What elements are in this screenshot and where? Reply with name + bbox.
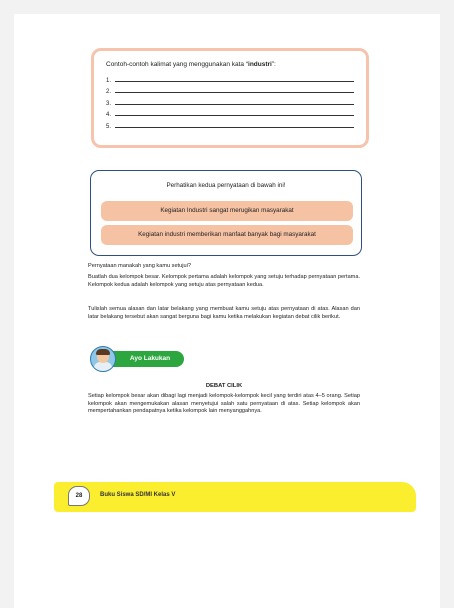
book-title: Buku Siswa SD/MI Kelas V: [100, 492, 176, 498]
example-sentences-title: Contoh-contoh kalimat yang menggunakan k…: [106, 61, 276, 68]
paragraph-2: Tulislah semua alasan dan latar belakang…: [88, 306, 360, 320]
child-avatar-icon: [90, 346, 116, 372]
keyword-industri: industri: [248, 61, 272, 68]
statements-box: Perhatikan kedua pernyataan di bawah ini…: [90, 170, 362, 256]
page-number: 28: [68, 486, 90, 506]
answer-line-2[interactable]: 2.: [106, 84, 354, 95]
page-footer: 28 Buku Siswa SD/MI Kelas V: [54, 482, 416, 512]
answer-line-4[interactable]: 4.: [106, 107, 354, 118]
statement-2: Kegiatan industri memberikan manfaat ban…: [101, 225, 353, 245]
debat-cilik-title: DEBAT CILIK: [205, 383, 243, 389]
debat-cilik-text: Setiap kelompok besar akan dibagi lagi m…: [88, 393, 360, 415]
statement-1: Kegiatan Industri sangat merugikan masya…: [101, 201, 353, 221]
question-text: Pernyataan manakah yang kamu setujui?: [88, 263, 191, 269]
answer-line-5[interactable]: 5.: [106, 118, 354, 130]
answer-line-1[interactable]: 1.: [106, 72, 354, 84]
answer-line-3[interactable]: 3.: [106, 95, 354, 107]
example-sentences-box: Contoh-contoh kalimat yang menggunakan k…: [91, 48, 369, 148]
paragraph-1: Buatlah dua kelompok besar. Kelompok per…: [88, 274, 360, 288]
statements-title: Perhatikan kedua pernyataan di bawah ini…: [166, 182, 286, 189]
